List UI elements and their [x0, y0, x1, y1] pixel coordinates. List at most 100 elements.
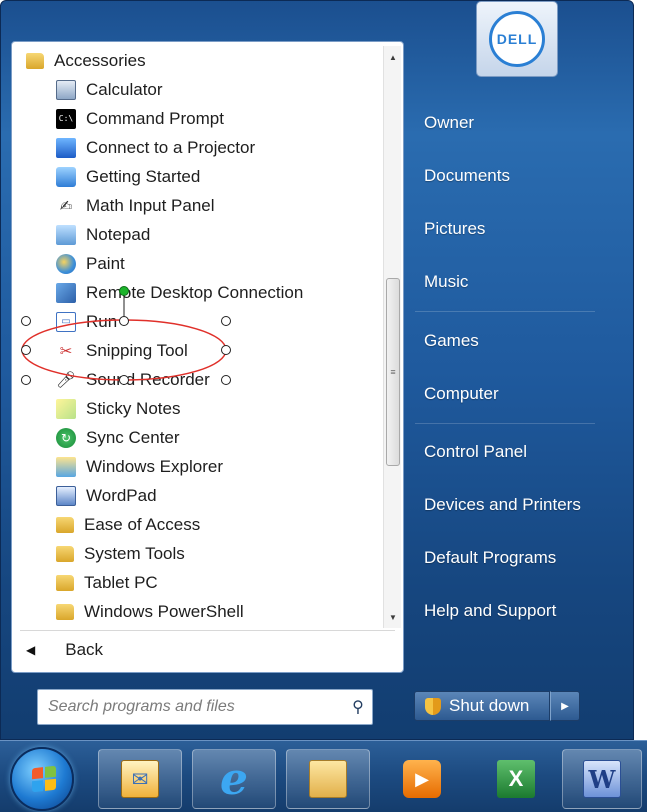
getting-started-icon	[56, 166, 76, 187]
excel-icon: X	[497, 760, 535, 798]
list-item-label: WordPad	[86, 485, 157, 505]
windows-start-orb[interactable]	[10, 747, 74, 811]
programs-pane: Accessories Calculator C:\ Command Promp…	[11, 41, 404, 673]
right-item-default-programs[interactable]: Default Programs	[424, 548, 556, 568]
windows-logo-icon	[32, 765, 56, 793]
list-item-windows-powershell[interactable]: Windows PowerShell	[12, 597, 374, 626]
scroll-down-arrow-icon[interactable]: ▼	[384, 608, 402, 626]
mail-icon: ✉	[121, 760, 159, 798]
internet-explorer-icon: e	[220, 753, 248, 805]
list-item-label: Command Prompt	[86, 108, 224, 128]
search-box[interactable]: ⚲	[37, 689, 373, 725]
shield-icon	[425, 697, 441, 715]
right-item-games[interactable]: Games	[424, 331, 479, 351]
folder-icon	[56, 603, 74, 620]
list-item-label: Run	[86, 311, 118, 331]
list-item-tablet-pc[interactable]: Tablet PC	[12, 568, 374, 597]
divider	[20, 630, 395, 631]
wordpad-icon	[56, 485, 76, 506]
start-menu: Accessories Calculator C:\ Command Promp…	[0, 0, 634, 740]
folder-icon	[56, 574, 74, 591]
projector-icon	[56, 137, 76, 158]
list-item-label: Notepad	[86, 224, 151, 244]
command-prompt-icon: C:\	[56, 108, 76, 129]
search-icon[interactable]: ⚲	[344, 697, 372, 717]
calculator-icon	[56, 79, 76, 100]
taskbar-mail-button[interactable]: ✉	[98, 749, 182, 809]
list-item-label: Calculator	[86, 79, 163, 99]
right-item-control-panel[interactable]: Control Panel	[424, 442, 527, 462]
explorer-icon	[56, 456, 76, 477]
math-input-icon: ✍	[56, 195, 76, 216]
list-item-sync-center[interactable]: ↻ Sync Center	[12, 423, 374, 452]
remote-desktop-icon	[56, 282, 76, 303]
list-item-label: Sound Recorder	[86, 369, 210, 389]
media-player-icon: ▶	[403, 760, 441, 798]
right-item-owner[interactable]: Owner	[424, 113, 474, 133]
list-item-label: Paint	[86, 253, 125, 273]
scroll-thumb[interactable]: ≡	[386, 278, 400, 466]
right-item-music[interactable]: Music	[424, 272, 468, 292]
paint-icon	[56, 253, 76, 274]
list-item-label: Getting Started	[86, 166, 201, 186]
list-item-getting-started[interactable]: Getting Started	[12, 162, 374, 191]
right-item-devices-printers[interactable]: Devices and Printers	[424, 495, 581, 515]
back-label: Back	[65, 640, 104, 659]
list-item-run[interactable]: ▭ Run	[12, 307, 374, 336]
divider	[415, 423, 595, 424]
dell-logo: DELL	[489, 11, 545, 67]
sync-icon: ↻	[56, 427, 76, 448]
list-item-accessories[interactable]: Accessories	[12, 46, 374, 75]
list-item-sound-recorder[interactable]: 🎤︎ Sound Recorder	[12, 365, 374, 394]
list-item-snipping-tool[interactable]: ✂ Snipping Tool	[12, 336, 374, 365]
taskbar-ie-button[interactable]: e	[192, 749, 276, 809]
list-item-label: Connect to a Projector	[86, 137, 256, 157]
divider	[415, 311, 595, 312]
search-input[interactable]	[48, 698, 344, 716]
folder-icon	[309, 760, 347, 798]
list-item-label: Sticky Notes	[86, 398, 181, 418]
right-item-pictures[interactable]: Pictures	[424, 219, 485, 239]
list-item-remote-desktop[interactable]: Remote Desktop Connection	[12, 278, 374, 307]
right-item-documents[interactable]: Documents	[424, 166, 510, 186]
folder-icon	[56, 545, 74, 562]
word-icon: W	[583, 760, 621, 798]
list-item-label: Accessories	[54, 50, 146, 70]
list-item-notepad[interactable]: Notepad	[12, 220, 374, 249]
list-item-windows-explorer[interactable]: Windows Explorer	[12, 452, 374, 481]
shutdown-button[interactable]: Shut down	[414, 691, 550, 721]
taskbar-word-button[interactable]: W	[562, 749, 642, 809]
list-item-label: Remote Desktop Connection	[86, 282, 304, 302]
list-item-calculator[interactable]: Calculator	[12, 75, 374, 104]
program-list-scrollbar[interactable]: ▲ ≡ ▼	[383, 46, 401, 628]
right-item-help-support[interactable]: Help and Support	[424, 601, 556, 621]
back-button[interactable]: ◀ Back	[26, 636, 103, 664]
list-item-label: Snipping Tool	[86, 340, 188, 360]
list-item-label: Sync Center	[86, 427, 180, 447]
run-icon: ▭	[56, 311, 76, 332]
list-item-system-tools[interactable]: System Tools	[12, 539, 374, 568]
sticky-notes-icon	[56, 398, 76, 419]
folder-icon	[56, 516, 74, 533]
taskbar-media-player-button[interactable]: ▶	[380, 749, 464, 809]
shutdown-options-arrow-icon[interactable]: ▶	[550, 691, 580, 721]
microphone-icon: 🎤︎	[55, 369, 77, 390]
list-item-label: Windows Explorer	[86, 456, 223, 476]
list-item-paint[interactable]: Paint	[12, 249, 374, 278]
folder-icon	[26, 52, 44, 69]
scroll-up-arrow-icon[interactable]: ▲	[384, 48, 402, 66]
taskbar: ✉ e ▶ X W	[0, 740, 647, 812]
list-item-wordpad[interactable]: WordPad	[12, 481, 374, 510]
shutdown-group: Shut down ▶	[414, 691, 580, 721]
back-arrow-icon: ◀	[26, 643, 36, 657]
right-item-computer[interactable]: Computer	[424, 384, 499, 404]
list-item-math-input[interactable]: ✍ Math Input Panel	[12, 191, 374, 220]
list-item-connect-projector[interactable]: Connect to a Projector	[12, 133, 374, 162]
list-item-sticky-notes[interactable]: Sticky Notes	[12, 394, 374, 423]
taskbar-explorer-button[interactable]	[286, 749, 370, 809]
user-picture[interactable]: DELL	[476, 1, 558, 77]
list-item-ease-of-access[interactable]: Ease of Access	[12, 510, 374, 539]
taskbar-excel-button[interactable]: X	[474, 749, 558, 809]
list-item-label: Math Input Panel	[86, 195, 215, 215]
list-item-command-prompt[interactable]: C:\ Command Prompt	[12, 104, 374, 133]
